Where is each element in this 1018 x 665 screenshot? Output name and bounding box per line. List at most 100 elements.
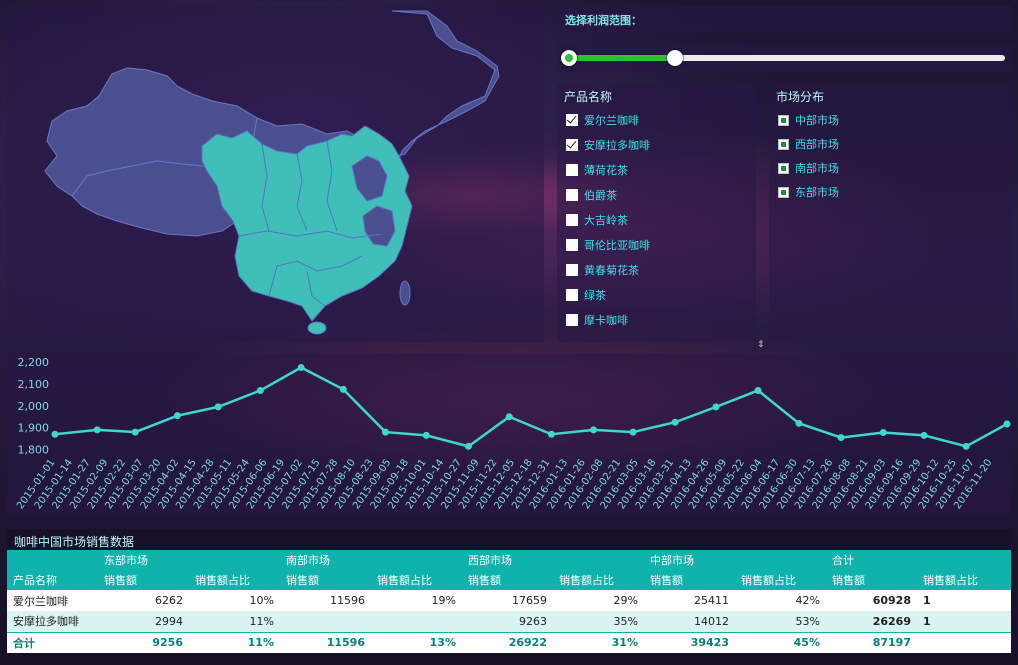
data-point[interactable] [256,386,264,394]
product-option[interactable]: 安摩拉多咖啡 [566,137,650,153]
market-option[interactable]: 东部市场 [778,184,839,200]
table-cell: 11596 [280,590,371,611]
product-checkbox[interactable] [566,114,578,126]
map-region-hainan[interactable] [307,321,327,335]
market-option-label: 西部市场 [795,138,839,151]
product-option[interactable]: 摩卡咖啡 [566,312,628,328]
range-slider-min-handle[interactable] [561,50,577,66]
market-option[interactable]: 中部市场 [778,112,839,128]
column-header[interactable]: 销售额 [644,570,735,590]
table-row[interactable]: 安摩拉多咖啡 2994 11% 9263 35% 14012 53% 26269 1 [7,611,1011,632]
table-cell: 10% [189,590,280,611]
data-point[interactable] [173,412,181,420]
market-option[interactable]: 西部市场 [778,136,839,152]
range-slider[interactable]: ⋯ [561,50,1005,66]
column-header[interactable]: 销售额 [280,570,371,590]
product-checkbox[interactable] [566,289,578,301]
product-checkbox[interactable] [566,264,578,276]
product-option[interactable]: 大吉岭茶 [566,212,628,228]
data-point[interactable] [381,428,389,436]
table-cell: 9263 [462,611,553,632]
column-header[interactable]: 销售额占比 [371,570,462,590]
table-cell: 1 [917,611,1011,632]
data-point[interactable] [629,428,637,436]
column-header[interactable]: 销售额占比 [735,570,826,590]
data-point[interactable] [547,430,555,438]
data-point[interactable] [464,442,472,450]
data-point[interactable] [339,385,347,393]
product-option[interactable]: 爱尔兰咖啡 [566,112,639,128]
column-header[interactable]: 销售额 [462,570,553,590]
column-header[interactable]: 产品名称 [7,570,98,590]
data-point[interactable] [879,429,887,437]
range-slider-panel: ⋯ [557,44,1011,72]
product-checkbox[interactable] [566,314,578,326]
product-checkbox[interactable] [566,189,578,201]
table-total-cell [917,631,1011,653]
product-checkbox[interactable] [566,139,578,151]
market-checkbox[interactable] [778,162,789,174]
data-point[interactable] [671,418,679,426]
table-cell: 19% [371,590,462,611]
data-point[interactable] [297,363,305,371]
data-point[interactable] [920,431,928,439]
resize-handle-icon[interactable]: ⇕ [757,340,765,350]
product-option[interactable]: 黄春菊花茶 [566,262,639,278]
range-slider-max-handle[interactable] [667,50,683,66]
table-sub-header-row: 产品名称 销售额 销售额占比 销售额 销售额占比 销售额 销售额占比 销售额 销售额占比 销售额销… [7,570,1011,590]
market-checkbox[interactable] [778,186,789,198]
product-option[interactable]: 薄荷花茶 [566,162,628,178]
data-point[interactable] [712,403,720,411]
data-point[interactable] [93,426,101,434]
data-point[interactable] [505,413,513,421]
product-option-label: 安摩拉多咖啡 [584,139,650,152]
product-checkbox[interactable] [566,239,578,251]
product-checkbox[interactable] [566,164,578,176]
table-cell: 2994 [98,611,189,632]
sales-table-panel: 咖啡中国市场销售数据 东部市场 南部市场 西部市场 中部市场 合计 产品名称 销售额 销售额… [7,529,1011,657]
data-point[interactable] [754,386,762,394]
table-cell: 35% [553,611,644,632]
market-checkbox[interactable] [778,138,789,150]
group-header-cell: 合计 [826,550,1011,570]
map-region-taiwan[interactable] [399,280,411,306]
series-line [54,366,1008,448]
data-point[interactable] [214,403,222,411]
product-option-label: 绿茶 [584,289,606,302]
data-point[interactable] [1003,420,1011,428]
data-point[interactable] [51,430,59,438]
column-header[interactable]: 销售额占比 [553,570,644,590]
data-point[interactable] [422,431,430,439]
column-header[interactable]: 销售额占比 [917,570,1011,590]
product-option[interactable]: 伯爵茶 [566,187,617,203]
market-option[interactable]: 南部市场 [778,160,839,176]
product-option[interactable]: 哥伦比亚咖啡 [566,237,650,253]
product-option[interactable]: 绿茶 [566,287,606,303]
data-point[interactable] [962,442,970,450]
data-point[interactable] [795,419,803,427]
data-point[interactable] [837,434,845,442]
china-map[interactable] [7,6,544,342]
column-header[interactable]: 销售额 [98,570,189,590]
market-option-label: 东部市场 [795,186,839,199]
product-option-label: 爱尔兰咖啡 [584,114,639,127]
table-cell [280,611,371,632]
product-filter-panel: 产品名称 爱尔兰咖啡 安摩拉多咖啡 薄荷花茶 伯爵茶 大吉岭茶 哥伦比亚咖啡 黄春菊花茶 绿茶… [557,84,756,342]
market-filter-title: 市场分布 [776,90,825,104]
table-cell: 17659 [462,590,553,611]
product-option-label: 伯爵茶 [584,189,617,202]
table-total-cell: 26922 [462,631,553,653]
column-header[interactable]: 销售额占比 [189,570,280,590]
column-header[interactable]: 销售额 [826,570,917,590]
product-checkbox[interactable] [566,214,578,226]
table-total-cell: 合计 [7,631,98,653]
data-point[interactable] [131,428,139,436]
product-option-label: 摩卡咖啡 [584,314,628,327]
table-total-cell: 39423 [644,631,735,653]
table-row[interactable]: 爱尔兰咖啡 6262 10% 11596 19% 17659 29% 25411 42% 6092… [7,590,1011,611]
table-cell [371,611,462,632]
data-point[interactable] [590,426,598,434]
y-tick-label: 2,000 [18,400,50,413]
market-checkbox[interactable] [778,114,789,126]
y-tick-label: 2,200 [18,356,50,369]
